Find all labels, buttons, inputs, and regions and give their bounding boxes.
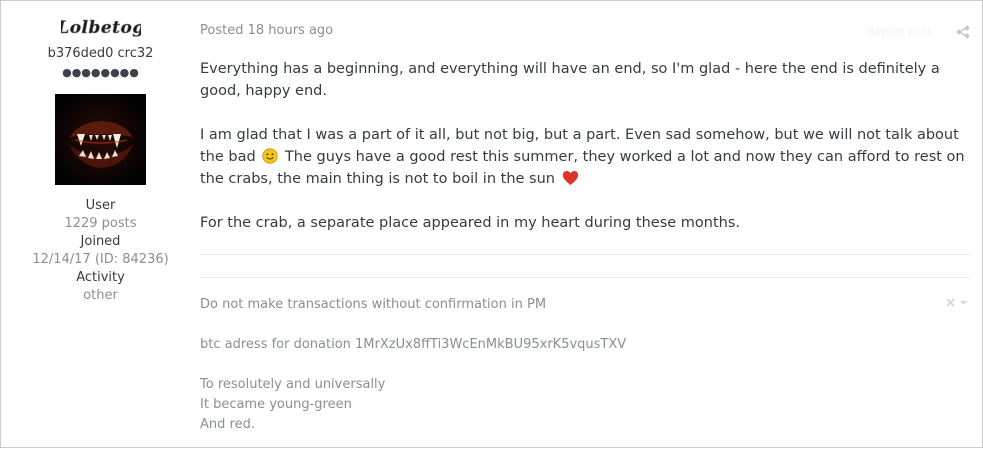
avatar[interactable] (55, 94, 146, 185)
signature-divider (200, 277, 970, 278)
svg-text:Lolbetog: Lolbetog (61, 18, 141, 38)
user-group: User (85, 198, 116, 213)
signature-line-4: It became young-green (200, 397, 352, 412)
signature-options-icon[interactable] (945, 296, 969, 310)
paragraph-3: For the crab, a separate place appeared … (200, 215, 741, 231)
paragraph-2: I am glad that I was a part of it all, b… (200, 124, 970, 190)
posted-time[interactable]: 18 hours ago (248, 23, 334, 38)
user-id-line: b376ded0 crc32 (47, 46, 154, 61)
post-count[interactable]: 1229 posts (1, 216, 200, 231)
signature-line-3: To resolutely and universally (200, 377, 386, 392)
joined-value: 12/14/17 (ID: 84236) (32, 252, 169, 267)
paragraph-1: Everything has a beginning, and everythi… (200, 61, 940, 99)
avatar-fangs-image (55, 94, 146, 185)
username-stylized-text: Lolbetog (61, 18, 141, 39)
rank-dots: ●●●●●●●● (62, 66, 139, 79)
signature-line-2: btc adress for donation 1MrXzUx8ffTi3WcE… (200, 337, 627, 352)
paragraph-2-text-b: The guys have a good rest this summer, t… (200, 149, 965, 187)
joined-label: Joined (80, 234, 121, 249)
report-post-link[interactable]: Report post (868, 25, 932, 38)
activity-value: other (83, 288, 118, 303)
signature-line-1: Do not make transactions without confirm… (200, 297, 547, 312)
posted-prefix: Posted (200, 23, 248, 38)
post-body: Everything has a beginning, and everythi… (200, 58, 970, 256)
post-content: Posted 18 hours ago Report post Everythi… (200, 1, 982, 447)
signature-line-5: And red. (200, 417, 255, 432)
post-timestamp: Posted 18 hours ago (200, 23, 333, 38)
share-icon[interactable] (956, 25, 970, 39)
content-divider (200, 254, 970, 255)
author-panel: Lolbetog b376ded0 crc32 ●●●●●●●● User 12… (1, 1, 200, 447)
forum-post: Lolbetog b376ded0 crc32 ●●●●●●●● User 12… (0, 0, 983, 448)
activity-label: Activity (76, 270, 125, 285)
username-link[interactable]: Lolbetog (1, 17, 200, 39)
heart-icon (562, 171, 578, 185)
user-signature: Do not make transactions without confirm… (200, 295, 960, 435)
smile-emoji-icon (262, 148, 278, 164)
